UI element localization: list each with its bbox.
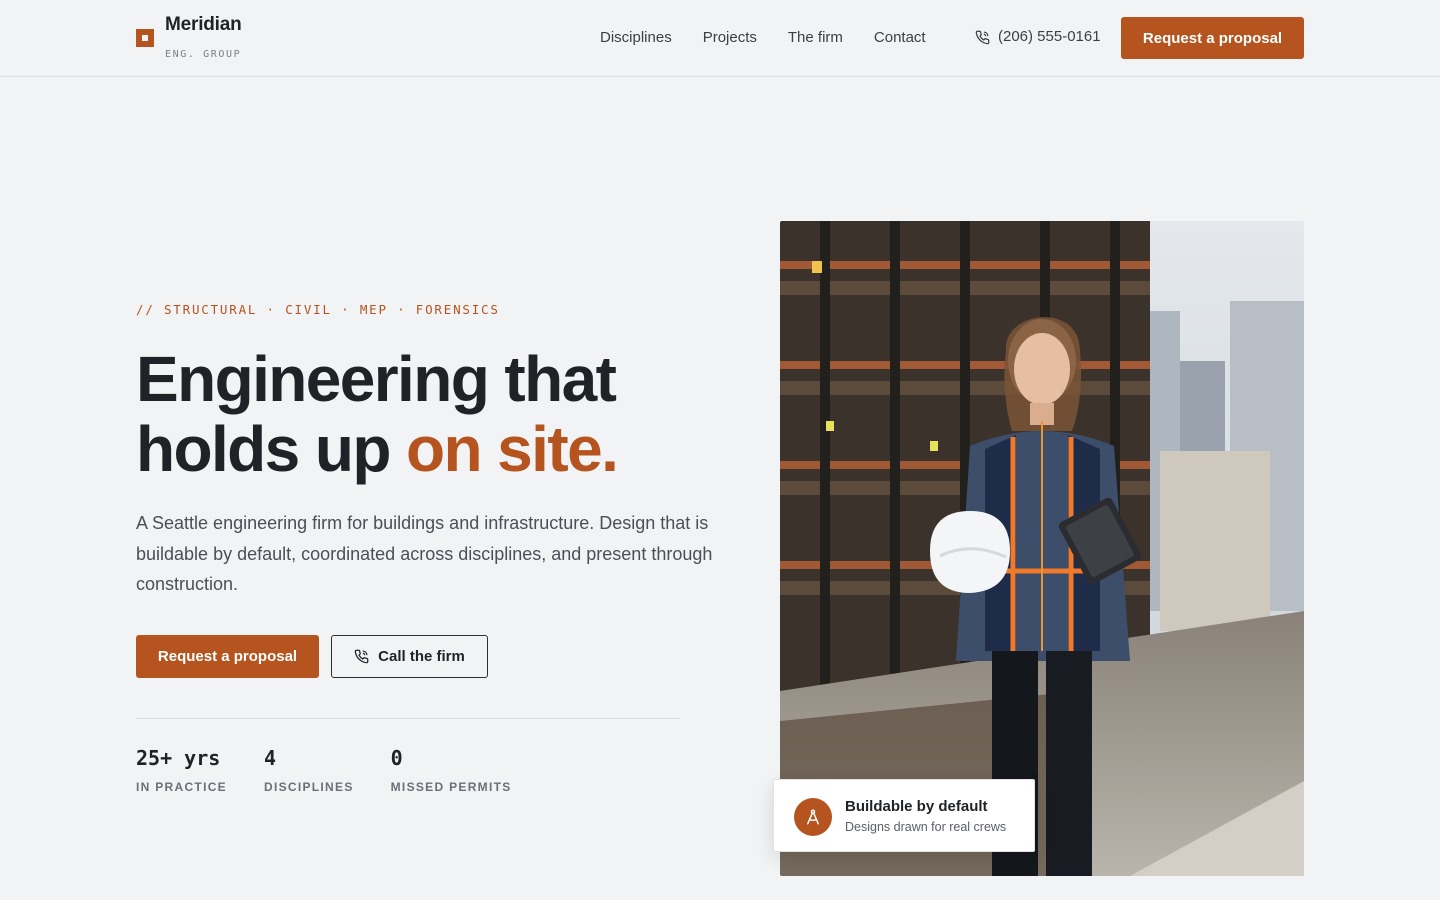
hero-photo-engineer-on-site	[780, 221, 1304, 876]
stats-divider	[136, 718, 680, 719]
logo-mark[interactable]	[136, 29, 154, 47]
hero-request-proposal-button[interactable]: Request a proposal	[136, 635, 319, 678]
stat-disciplines: 4 DISCIPLINES	[264, 746, 354, 794]
compass-icon	[794, 798, 832, 836]
nav-link-the-firm[interactable]: The firm	[788, 29, 843, 47]
headline-accent: on site.	[406, 413, 619, 485]
phone-number: (206) 555-0161	[998, 28, 1101, 45]
nav-link-contact[interactable]: Contact	[874, 29, 926, 47]
main-nav: Disciplines Projects The firm Contact	[600, 29, 926, 47]
stat-years: 25+ yrs IN PRACTICE	[136, 746, 227, 794]
brand-tagline: ENG. GROUP	[165, 49, 242, 60]
stat-value: 0	[390, 746, 403, 770]
call-firm-button[interactable]: Call the firm	[331, 635, 488, 678]
hero-description: A Seattle engineering firm for buildings…	[136, 513, 713, 594]
badge-subtitle: Designs drawn for real crews	[845, 820, 1007, 834]
site-header: Meridian ENG. GROUP Disciplines Projects…	[0, 0, 1440, 77]
hero-headline: Engineering that holds up on site.	[136, 343, 619, 485]
phone-link[interactable]: (206) 555-0161	[975, 28, 1101, 46]
nav-link-disciplines[interactable]: Disciplines	[600, 29, 672, 47]
hero-actions: Request a proposal Call the firm	[136, 635, 488, 678]
stat-label: MISSED PERMITS	[390, 780, 512, 794]
hero-eyebrow: // STRUCTURAL · CIVIL · MEP · FORENSICS	[136, 302, 500, 317]
nav-link-projects[interactable]: Projects	[703, 29, 757, 47]
headline-line-1: Engineering that	[136, 343, 617, 415]
stat-missed-permits: 0 MISSED PERMITS	[391, 746, 512, 794]
header-request-proposal-button[interactable]: Request a proposal	[1121, 17, 1304, 59]
construction-site-illustration	[780, 221, 1304, 876]
phone-icon	[354, 649, 369, 664]
stat-label: IN PRACTICE	[136, 780, 227, 794]
stat-value: 4	[263, 746, 277, 770]
headline-line-2: holds up	[136, 413, 407, 485]
call-firm-label: Call the firm	[378, 648, 465, 665]
stat-value: 25+ yrs	[136, 746, 221, 770]
brand-name[interactable]: Meridian	[165, 14, 242, 36]
badge-title: Buildable by default	[845, 798, 988, 815]
stats-row: 25+ yrs IN PRACTICE 4 DISCIPLINES 0 MISS…	[136, 746, 512, 794]
stat-label: DISCIPLINES	[263, 780, 354, 794]
buildable-badge-card: Buildable by default Designs drawn for r…	[773, 779, 1035, 852]
phone-icon	[975, 30, 990, 44]
